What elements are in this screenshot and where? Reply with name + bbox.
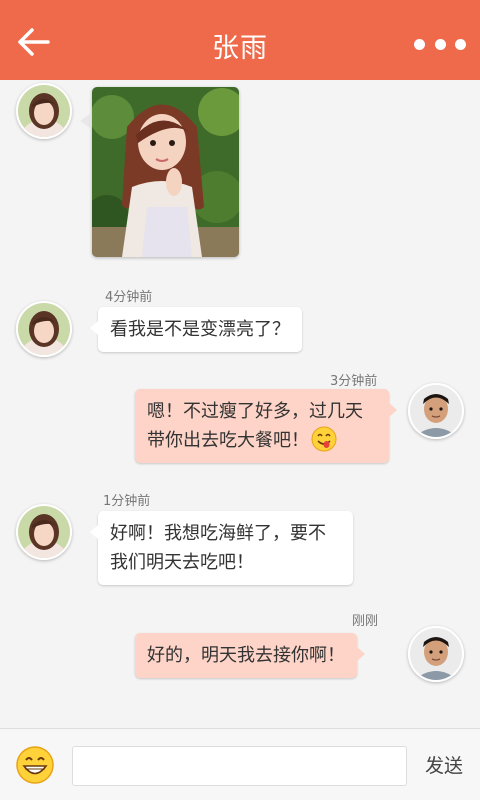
message-time: 4分钟前: [105, 290, 153, 305]
avatar-zhangyu[interactable]: [16, 301, 72, 357]
message-bubble[interactable]: 嗯！不过瘦了好多，过几天 带你出去吃大餐吧！: [135, 389, 397, 463]
page-title: 张雨: [212, 33, 268, 64]
message-bubble[interactable]: 好的，明天我去接你啊！: [135, 633, 365, 678]
yum-emoji-icon: [311, 426, 337, 452]
message-bubble[interactable]: 看我是不是变漂亮了？: [90, 307, 302, 352]
avatar-me[interactable]: [408, 383, 464, 439]
input-bar: 发送: [0, 728, 480, 800]
photo-message[interactable]: [92, 87, 239, 257]
message-text-line: 嗯！不过瘦了好多，过几天: [147, 401, 363, 422]
avatar-zhangyu[interactable]: [16, 504, 72, 560]
send-button[interactable]: 发送: [418, 751, 470, 781]
message-text-line: 我们明天去吃吧！: [110, 552, 254, 573]
avatar-me[interactable]: [408, 626, 464, 682]
more-button[interactable]: [414, 34, 466, 54]
chat-list[interactable]: 4分钟前 看我是不是变漂亮了？ 3分钟前 嗯！不过瘦了好多，过几天 带你出去吃大…: [0, 80, 480, 728]
message-bubble[interactable]: 好啊！我想吃海鲜了，要不 我们明天去吃吧！: [90, 511, 353, 585]
emoji-button[interactable]: [15, 745, 55, 785]
avatar-zhangyu[interactable]: [16, 83, 72, 139]
message-text: 好的，明天我去接你啊！: [147, 645, 345, 666]
message-text-line: 好啊！我想吃海鲜了，要不: [110, 523, 326, 544]
message-time: 刚刚: [352, 614, 379, 629]
message-input[interactable]: [72, 746, 407, 786]
message-time: 3分钟前: [330, 374, 378, 389]
message-text: 看我是不是变漂亮了？: [110, 319, 290, 340]
grin-emoji-icon: [16, 746, 54, 784]
app-header: 张雨: [0, 0, 480, 80]
message-time: 1分钟前: [103, 494, 151, 509]
more-dots-icon: [414, 38, 425, 50]
message-text-line: 带你出去吃大餐吧！: [147, 430, 309, 451]
